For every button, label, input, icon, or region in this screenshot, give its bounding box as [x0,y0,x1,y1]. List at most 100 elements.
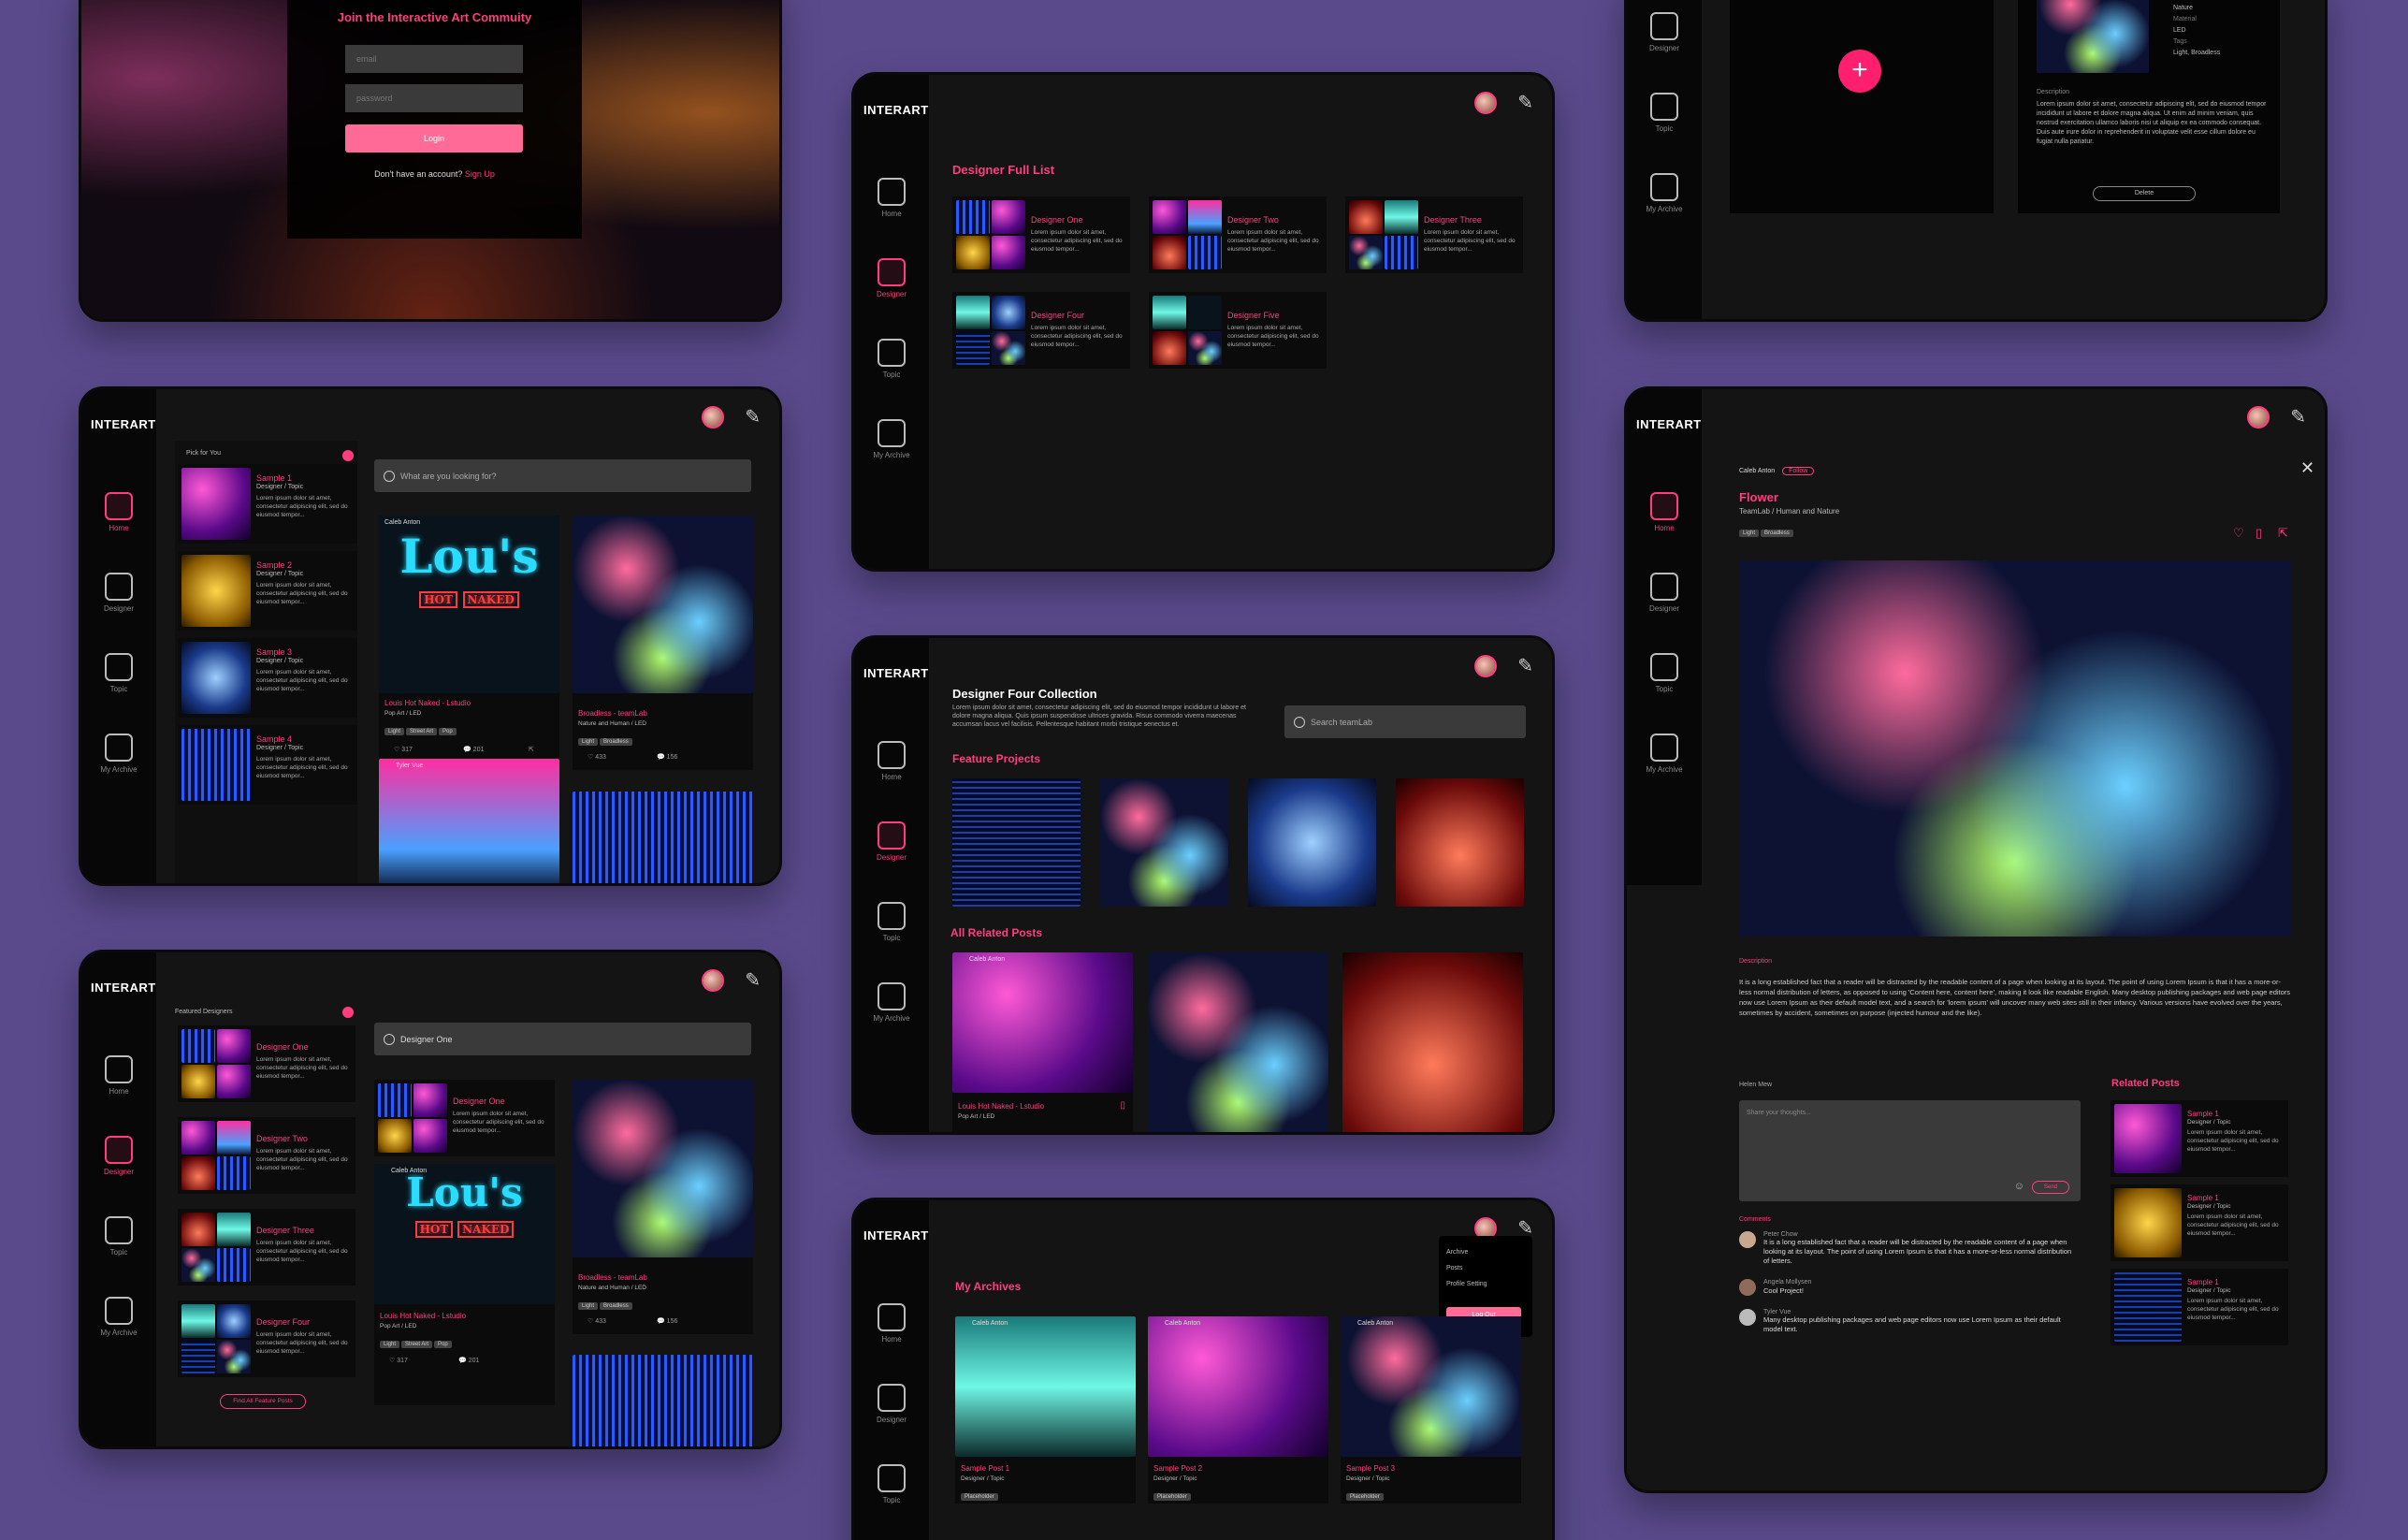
feature-project[interactable] [1248,778,1376,907]
search-input[interactable]: What are you looking for? [374,459,751,492]
related-item[interactable]: Sample 1 Designer / Topic Lorem ipsum dolo… [2111,1100,2288,1177]
avatar[interactable] [702,969,725,992]
pen-icon[interactable]: ✎ [1517,657,1533,676]
comments-count[interactable]: 💬 201 [458,1357,479,1364]
nav-designer[interactable]: Designer [854,821,929,862]
tag[interactable]: Broadless [600,1302,632,1310]
search-input[interactable]: Search teamLab [1284,705,1526,738]
nav-topic[interactable]: Topic [854,902,929,942]
delete-button[interactable]: Delete [2093,186,2196,201]
designer-card[interactable]: Designer One Lorem ipsum dolor sit amet, … [374,1080,555,1156]
post-card[interactable]: Lou's HOT NAKED Caleb Anton Louis Hot Nak… [379,516,559,770]
tag[interactable]: Placeholder [1346,1493,1384,1501]
designer-card[interactable]: Designer One Lorem ipsum dolor sit amet,… [952,196,1130,273]
nav-topic[interactable]: Topic [81,1216,156,1257]
likes-count[interactable]: ♡ 317 [394,746,413,753]
nav-topic[interactable]: Topic [854,1464,929,1504]
tag[interactable]: Street Art [401,1341,433,1348]
nav-designer[interactable]: Designer [1627,12,1702,52]
tag[interactable]: Light [1739,530,1760,537]
nav-designer[interactable]: Designer [81,573,156,613]
menu-item-profile[interactable]: Profile Setting [1446,1281,1487,1287]
pen-icon[interactable]: ✎ [1517,1219,1533,1238]
comments-count[interactable]: 💬 156 [657,753,677,761]
password-field[interactable] [345,84,523,112]
nav-home[interactable]: Home [854,741,929,781]
refresh-icon[interactable] [342,1007,354,1018]
tag[interactable]: Light [380,1341,400,1348]
post-card[interactable]: Lou's HOT NAKED Caleb Anton Louis Hot Nak… [374,1164,555,1405]
likes-count[interactable]: ♡ 433 [587,753,606,761]
related-post[interactable] [1342,952,1523,1132]
tag[interactable]: Light [578,738,599,746]
nav-archive[interactable]: My Archive [81,734,156,774]
pick-item[interactable]: Sample 4 Designer / Topic Lorem ipsum dolo… [178,725,357,805]
search-input[interactable]: Designer One [374,1023,751,1055]
post-image[interactable] [573,792,753,883]
tag[interactable]: Placeholder [961,1493,998,1501]
avatar[interactable] [1474,92,1498,114]
pen-icon[interactable]: ✎ [745,971,761,990]
designer-card[interactable]: Designer Three Lorem ipsum dolor sit amet… [178,1209,355,1286]
feature-project[interactable] [952,778,1081,907]
share-icon[interactable]: ⇱ [529,746,534,753]
related-item[interactable]: Sample 1 Designer / Topic Lorem ipsum dolo… [2111,1184,2288,1261]
heart-icon[interactable]: ♡ [2233,526,2244,541]
nav-home[interactable]: Home [1627,492,1702,532]
related-post[interactable] [1148,952,1328,1132]
likes-count[interactable]: ♡ 317 [389,1357,408,1364]
share-icon[interactable]: ⇱ [2278,526,2288,541]
nav-archive[interactable]: My Archive [1627,734,1702,774]
tag[interactable]: Broadless [1761,530,1793,537]
tag[interactable]: Broadless [600,738,632,746]
post-image[interactable] [573,1355,753,1446]
comments-count[interactable]: 💬 156 [657,1317,677,1325]
archive-post[interactable]: Caleb Anton Sample Post 3 Designer / Topic… [1341,1316,1521,1504]
bookmark-icon[interactable]: ▯ [1120,1100,1125,1111]
close-icon[interactable]: ✕ [2300,458,2314,478]
related-post[interactable]: Caleb Anton Louis Hot Naked - Lstudio Po… [952,952,1133,1132]
tag[interactable]: Pop [439,728,457,735]
nav-home[interactable]: Home [854,178,929,218]
feature-project[interactable] [1396,778,1524,907]
nav-designer[interactable]: Designer [1627,573,1702,613]
nav-topic[interactable]: Topic [81,653,156,693]
send-button[interactable]: Send [2032,1181,2069,1194]
nav-topic[interactable]: Topic [854,339,929,379]
nav-archive[interactable]: My Archive [854,419,929,459]
nav-designer[interactable]: Designer [854,258,929,298]
archive-post[interactable]: Caleb Anton Sample Post 2 Designer / Topic… [1148,1316,1328,1504]
likes-count[interactable]: ♡ 433 [587,1317,606,1325]
signup-link[interactable]: Sign Up [465,169,495,179]
avatar[interactable] [702,406,725,429]
tag[interactable]: Placeholder [1153,1493,1191,1501]
designer-card[interactable]: Designer Two Lorem ipsum dolor sit amet, … [178,1117,355,1194]
pen-icon[interactable]: ✎ [2290,408,2306,427]
designer-card[interactable]: Designer One Lorem ipsum dolor sit amet, … [178,1025,355,1102]
avatar[interactable] [1474,655,1498,677]
feature-project[interactable] [1100,778,1228,907]
follow-button[interactable]: Follow [1782,467,1815,475]
login-button[interactable]: Login [345,124,523,153]
post-image[interactable]: Tyler Vue [379,759,559,883]
pick-item[interactable]: Sample 1 Designer / Topic Lorem ipsum dolo… [178,464,357,544]
add-icon[interactable]: + [1838,50,1881,93]
nav-archive[interactable]: My Archive [1627,173,1702,213]
menu-item-posts[interactable]: Posts [1446,1265,1463,1271]
post-card[interactable]: Broadless - teamLab Nature and Human / L… [573,516,753,770]
designer-card[interactable]: Designer Three Lorem ipsum dolor sit ame… [1345,196,1523,273]
tag[interactable]: Street Art [406,728,438,735]
designer-card[interactable]: Designer Four Lorem ipsum dolor sit amet… [952,292,1130,369]
avatar[interactable] [2247,406,2270,429]
designer-card[interactable]: Designer Four Lorem ipsum dolor sit amet,… [178,1300,355,1377]
pen-icon[interactable]: ✎ [1517,94,1533,112]
pen-icon[interactable]: ✎ [745,408,761,427]
emoji-icon[interactable]: ☺ [2014,1181,2024,1192]
tag[interactable]: Light [578,1302,599,1310]
nav-topic[interactable]: Topic [1627,653,1702,693]
archive-post[interactable]: Caleb Anton Sample Post 1 Designer / Topic… [955,1316,1136,1504]
email-field[interactable] [345,45,523,73]
upload-area[interactable]: + [1730,0,1994,213]
nav-designer[interactable]: Designer [854,1384,929,1424]
nav-designer[interactable]: Designer [81,1136,156,1176]
